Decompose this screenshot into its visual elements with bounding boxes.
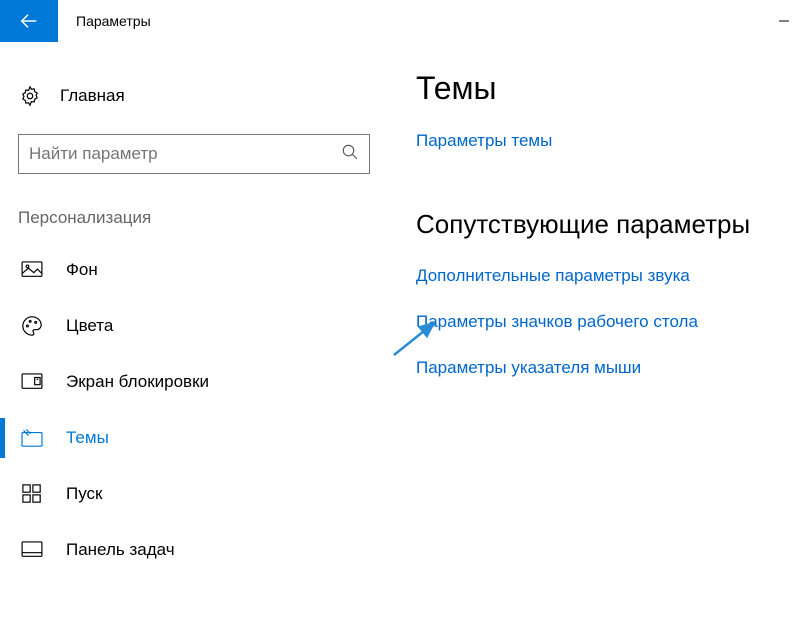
home-button[interactable]: Главная xyxy=(18,72,362,120)
sidebar-item-label: Фон xyxy=(66,260,98,280)
sidebar-item-lockscreen[interactable]: Экран блокировки xyxy=(0,354,362,410)
sidebar-item-start[interactable]: Пуск xyxy=(0,466,362,522)
arrow-left-icon xyxy=(18,10,40,32)
sidebar: Главная Персонализация xyxy=(0,42,380,625)
section-label: Персонализация xyxy=(18,208,362,228)
minimize-button[interactable] xyxy=(761,0,807,42)
sidebar-item-label: Пуск xyxy=(66,484,102,504)
sidebar-item-themes[interactable]: Темы xyxy=(0,410,362,466)
start-icon xyxy=(20,484,44,504)
main-content: Темы Параметры темы Сопутствующие параме… xyxy=(380,42,807,625)
picture-icon xyxy=(20,261,44,279)
lockscreen-icon xyxy=(20,373,44,391)
home-label: Главная xyxy=(60,86,125,106)
sidebar-item-label: Темы xyxy=(66,428,109,448)
nav-list: Фон Цвета xyxy=(0,242,362,578)
sidebar-item-colors[interactable]: Цвета xyxy=(0,298,362,354)
sidebar-item-background[interactable]: Фон xyxy=(0,242,362,298)
sidebar-item-taskbar[interactable]: Панель задач xyxy=(0,522,362,578)
search-field[interactable] xyxy=(29,144,341,164)
window-controls xyxy=(761,0,807,42)
minimize-icon xyxy=(778,15,790,27)
related-link-desktop-icons[interactable]: Параметры значков рабочего стола xyxy=(416,312,807,332)
related-heading: Сопутствующие параметры xyxy=(416,209,807,240)
related-link-mouse-pointer[interactable]: Параметры указателя мыши xyxy=(416,358,807,378)
search-icon xyxy=(341,143,359,166)
back-button[interactable] xyxy=(0,0,58,42)
sidebar-item-label: Цвета xyxy=(66,316,113,336)
titlebar: Параметры xyxy=(0,0,807,42)
window-title: Параметры xyxy=(76,13,151,29)
related-link-sound[interactable]: Дополнительные параметры звука xyxy=(416,266,807,286)
sidebar-item-label: Экран блокировки xyxy=(66,372,209,392)
theme-settings-link[interactable]: Параметры темы xyxy=(416,131,807,151)
related-links: Дополнительные параметры звука Параметры… xyxy=(416,266,807,378)
page-heading: Темы xyxy=(416,70,807,107)
palette-icon xyxy=(20,315,44,337)
taskbar-icon xyxy=(20,541,44,559)
search-input[interactable] xyxy=(18,134,370,174)
gear-icon xyxy=(18,85,42,107)
sidebar-item-label: Панель задач xyxy=(66,540,175,560)
themes-icon xyxy=(20,428,44,448)
